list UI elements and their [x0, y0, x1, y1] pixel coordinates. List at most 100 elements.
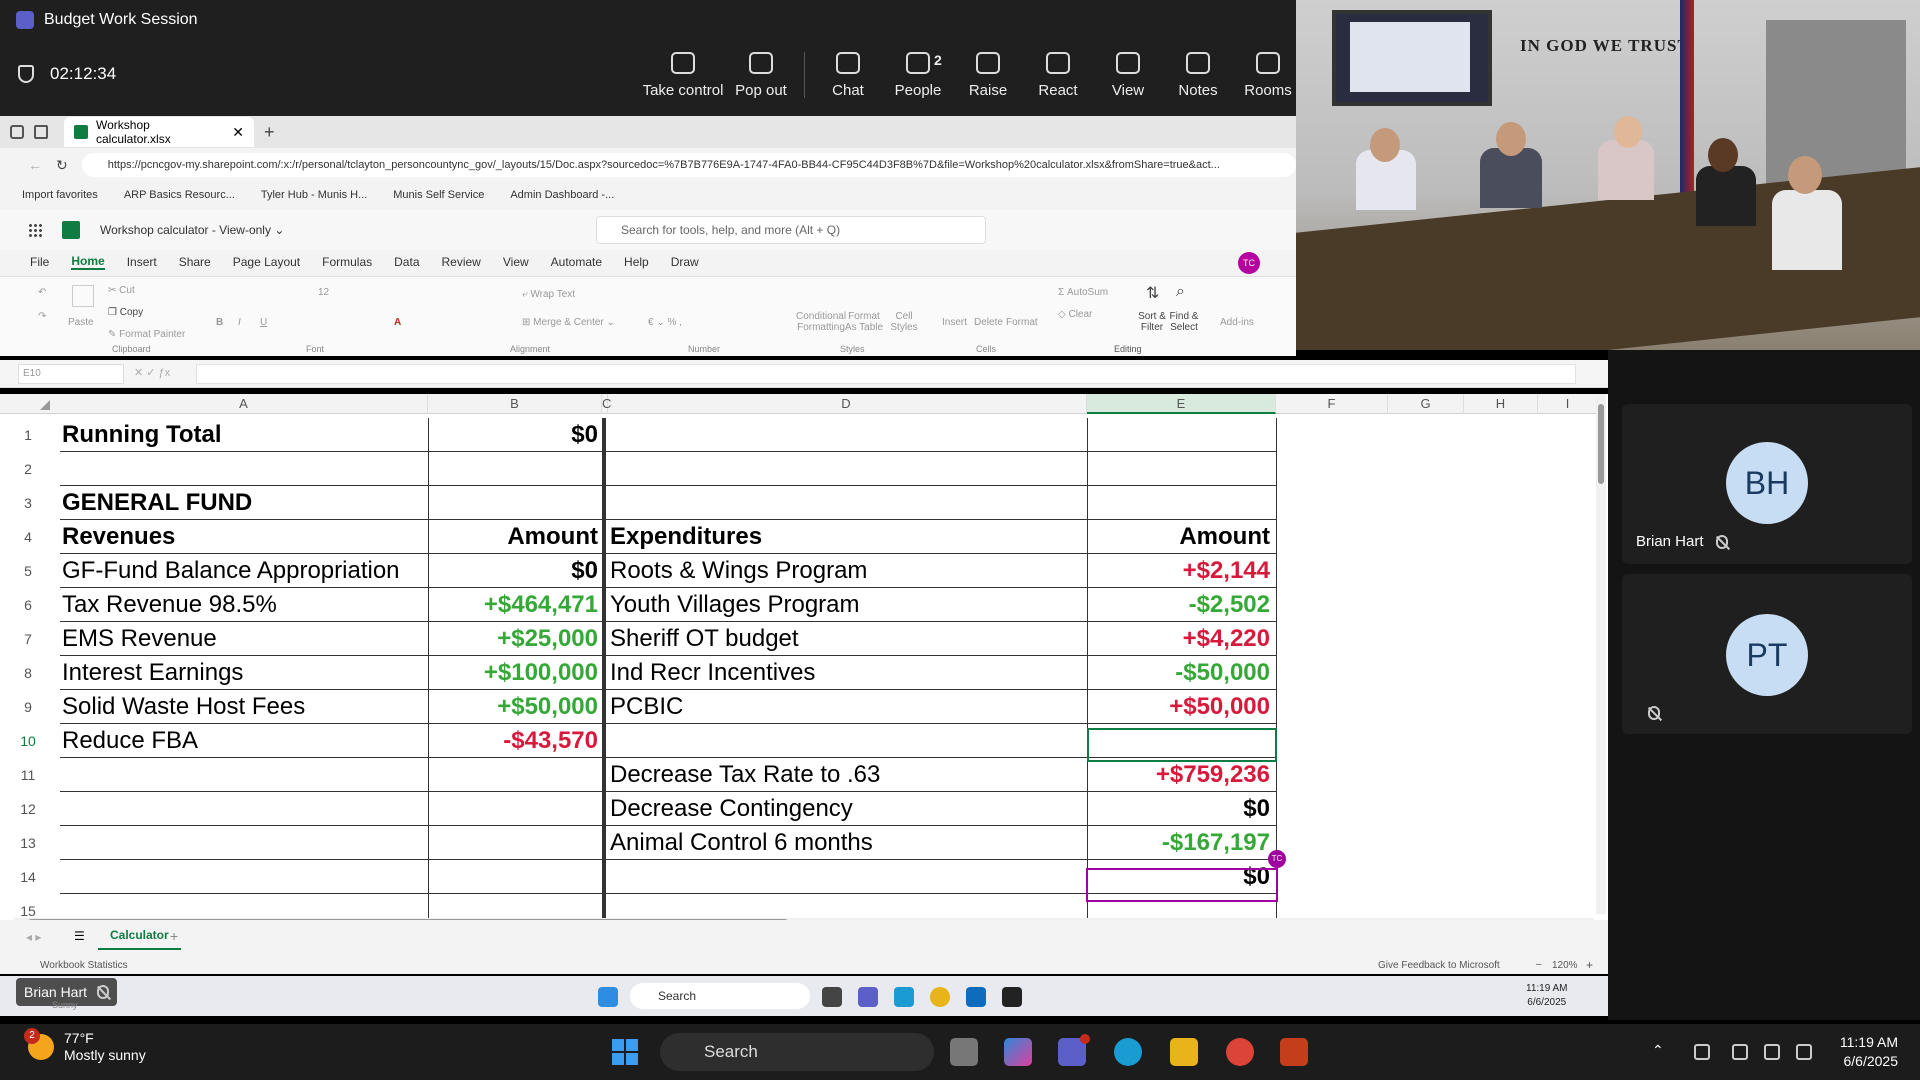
paste-icon[interactable]	[72, 285, 94, 307]
cell-d8[interactable]: Ind Recr Incentives	[610, 656, 1080, 690]
edge-taskbar-icon[interactable]	[1114, 1038, 1142, 1066]
favorite-link[interactable]: ARP Basics Resourc...	[124, 189, 235, 201]
cell-b8[interactable]: +$100,000	[430, 656, 598, 690]
all-sheets-icon[interactable]: ☰	[74, 929, 85, 943]
italic-icon[interactable]: I	[238, 317, 241, 328]
row-header[interactable]: 13	[0, 826, 56, 860]
menu-tab-page-layout[interactable]: Page Layout	[233, 255, 300, 269]
row-header[interactable]: 14	[0, 860, 56, 894]
menu-tab-file[interactable]: File	[30, 255, 49, 269]
browser-tab[interactable]: Workshop calculator.xlsx ✕	[64, 117, 254, 147]
format-painter-button[interactable]: ✎ Format Painter	[108, 329, 185, 340]
menu-tab-home[interactable]: Home	[71, 254, 105, 270]
row-header[interactable]: 5	[0, 554, 56, 588]
favorite-link[interactable]: Tyler Hub - Munis H...	[261, 189, 367, 201]
row-header[interactable]: 6	[0, 588, 56, 622]
cell-b10[interactable]: -$43,570	[430, 724, 598, 758]
chrome-app-icon[interactable]	[930, 987, 950, 1007]
task-view-icon[interactable]	[822, 987, 842, 1007]
take-control-button[interactable]: Take control	[640, 52, 726, 99]
cell-b5[interactable]: $0	[430, 554, 598, 588]
chrome-taskbar-icon[interactable]	[1226, 1038, 1254, 1066]
address-bar[interactable]: https://pcncgov-my.sharepoint.com/:x:/r/…	[81, 153, 1296, 177]
vertical-scrollbar[interactable]	[1596, 394, 1606, 914]
powerpoint-icon[interactable]	[1280, 1038, 1308, 1066]
copy-button[interactable]: ❐ Copy	[108, 307, 143, 318]
cell-d9[interactable]: PCBIC	[610, 690, 1080, 724]
app-icon[interactable]	[1002, 987, 1022, 1007]
row-header[interactable]: 1	[0, 418, 56, 452]
notes-button[interactable]: Notes	[1163, 52, 1233, 99]
tray-chevron-icon[interactable]: ⌃	[1652, 1042, 1664, 1059]
app-launcher-icon[interactable]	[28, 223, 42, 237]
user-avatar[interactable]: TC	[1238, 252, 1260, 274]
delete-cells-button[interactable]: Delete	[974, 317, 1003, 328]
workspaces-icon[interactable]	[10, 125, 24, 139]
view-button[interactable]: View	[1093, 52, 1163, 99]
new-tab-icon[interactable]: +	[264, 122, 275, 143]
row-header[interactable]: 15	[0, 894, 56, 920]
cell-d7[interactable]: Sheriff OT budget	[610, 622, 1080, 656]
raise-button[interactable]: Raise	[953, 52, 1023, 99]
menu-tab-automate[interactable]: Automate	[551, 255, 602, 269]
menu-tab-review[interactable]: Review	[442, 255, 481, 269]
column-header-g[interactable]: G	[1388, 394, 1464, 414]
row-header[interactable]: 2	[0, 452, 56, 486]
copilot-icon[interactable]	[1004, 1038, 1032, 1066]
cell-a3[interactable]: GENERAL FUND	[62, 486, 424, 520]
cell-d5[interactable]: Roots & Wings Program	[610, 554, 1080, 588]
mic-muted-icon[interactable]	[1694, 1044, 1710, 1060]
cell-a5[interactable]: GF-Fund Balance Appropriation	[62, 554, 424, 588]
cell-e9[interactable]: +$50,000	[1089, 690, 1270, 724]
battery-icon[interactable]	[1796, 1044, 1812, 1060]
inner-search-box[interactable]: Search	[630, 983, 810, 1009]
menu-tab-view[interactable]: View	[503, 255, 529, 269]
menu-tab-help[interactable]: Help	[624, 255, 649, 269]
menu-tab-insert[interactable]: Insert	[127, 255, 157, 269]
clear-button[interactable]: ◇ Clear	[1058, 309, 1092, 320]
start-button[interactable]	[612, 1039, 638, 1065]
row-header[interactable]: 8	[0, 656, 56, 690]
cell-b4[interactable]: Amount	[430, 520, 598, 554]
row-header[interactable]: 3	[0, 486, 56, 520]
name-box[interactable]: E10	[18, 364, 124, 384]
cell-b7[interactable]: +$25,000	[430, 622, 598, 656]
system-clock[interactable]: 11:19 AM 6/6/2025	[1840, 1033, 1898, 1071]
cell-d12[interactable]: Decrease Contingency	[610, 792, 1080, 826]
react-button[interactable]: React	[1023, 52, 1093, 99]
conditional-formatting-button[interactable]: Conditional Formatting	[796, 311, 846, 333]
edge-app-icon[interactable]	[894, 987, 914, 1007]
row-header[interactable]: 11	[0, 758, 56, 792]
participant-tile[interactable]: BH Brian Hart	[1622, 404, 1912, 564]
cell-e11[interactable]: +$759,236	[1089, 758, 1270, 792]
merge-center-button[interactable]: ⊞ Merge & Center ⌄	[522, 317, 615, 328]
column-header-a[interactable]: A	[60, 394, 428, 414]
cell-d13[interactable]: Animal Control 6 months	[610, 826, 1080, 860]
participant-tile[interactable]: PT	[1622, 574, 1912, 734]
cell-e12[interactable]: $0	[1089, 792, 1270, 826]
file-app-icon[interactable]	[950, 1038, 978, 1066]
cell-a10[interactable]: Reduce FBA	[62, 724, 424, 758]
pop-out-button[interactable]: Pop out	[726, 52, 796, 99]
cell-a7[interactable]: EMS Revenue	[62, 622, 424, 656]
zoom-out-icon[interactable]: –	[1536, 959, 1542, 970]
cell-e7[interactable]: +$4,220	[1089, 622, 1270, 656]
row-header[interactable]: 12	[0, 792, 56, 826]
outlook-app-icon[interactable]	[966, 987, 986, 1007]
column-header-i[interactable]: I	[1538, 394, 1598, 414]
cell-styles-button[interactable]: Cell Styles	[884, 311, 924, 333]
workbook-statistics[interactable]: Workbook Statistics	[40, 960, 128, 971]
menu-tab-formulas[interactable]: Formulas	[322, 255, 372, 269]
file-title[interactable]: Workshop calculator - View-only ⌄	[100, 223, 284, 237]
cell-e5[interactable]: +$2,144	[1089, 554, 1270, 588]
cell-a8[interactable]: Interest Earnings	[62, 656, 424, 690]
row-header[interactable]: 10	[0, 724, 56, 758]
cell-b6[interactable]: +$464,471	[430, 588, 598, 622]
column-header-b[interactable]: B	[428, 394, 602, 414]
wrap-text-button[interactable]: ⤶ Wrap Text	[522, 289, 575, 300]
back-icon[interactable]: ←	[28, 157, 42, 173]
weather-widget[interactable]: 2 77°F Mostly sunny	[24, 1028, 146, 1064]
row-header[interactable]: 4	[0, 520, 56, 554]
undo-icon[interactable]: ↶	[38, 287, 46, 298]
cell-b1[interactable]: $0	[430, 418, 598, 452]
